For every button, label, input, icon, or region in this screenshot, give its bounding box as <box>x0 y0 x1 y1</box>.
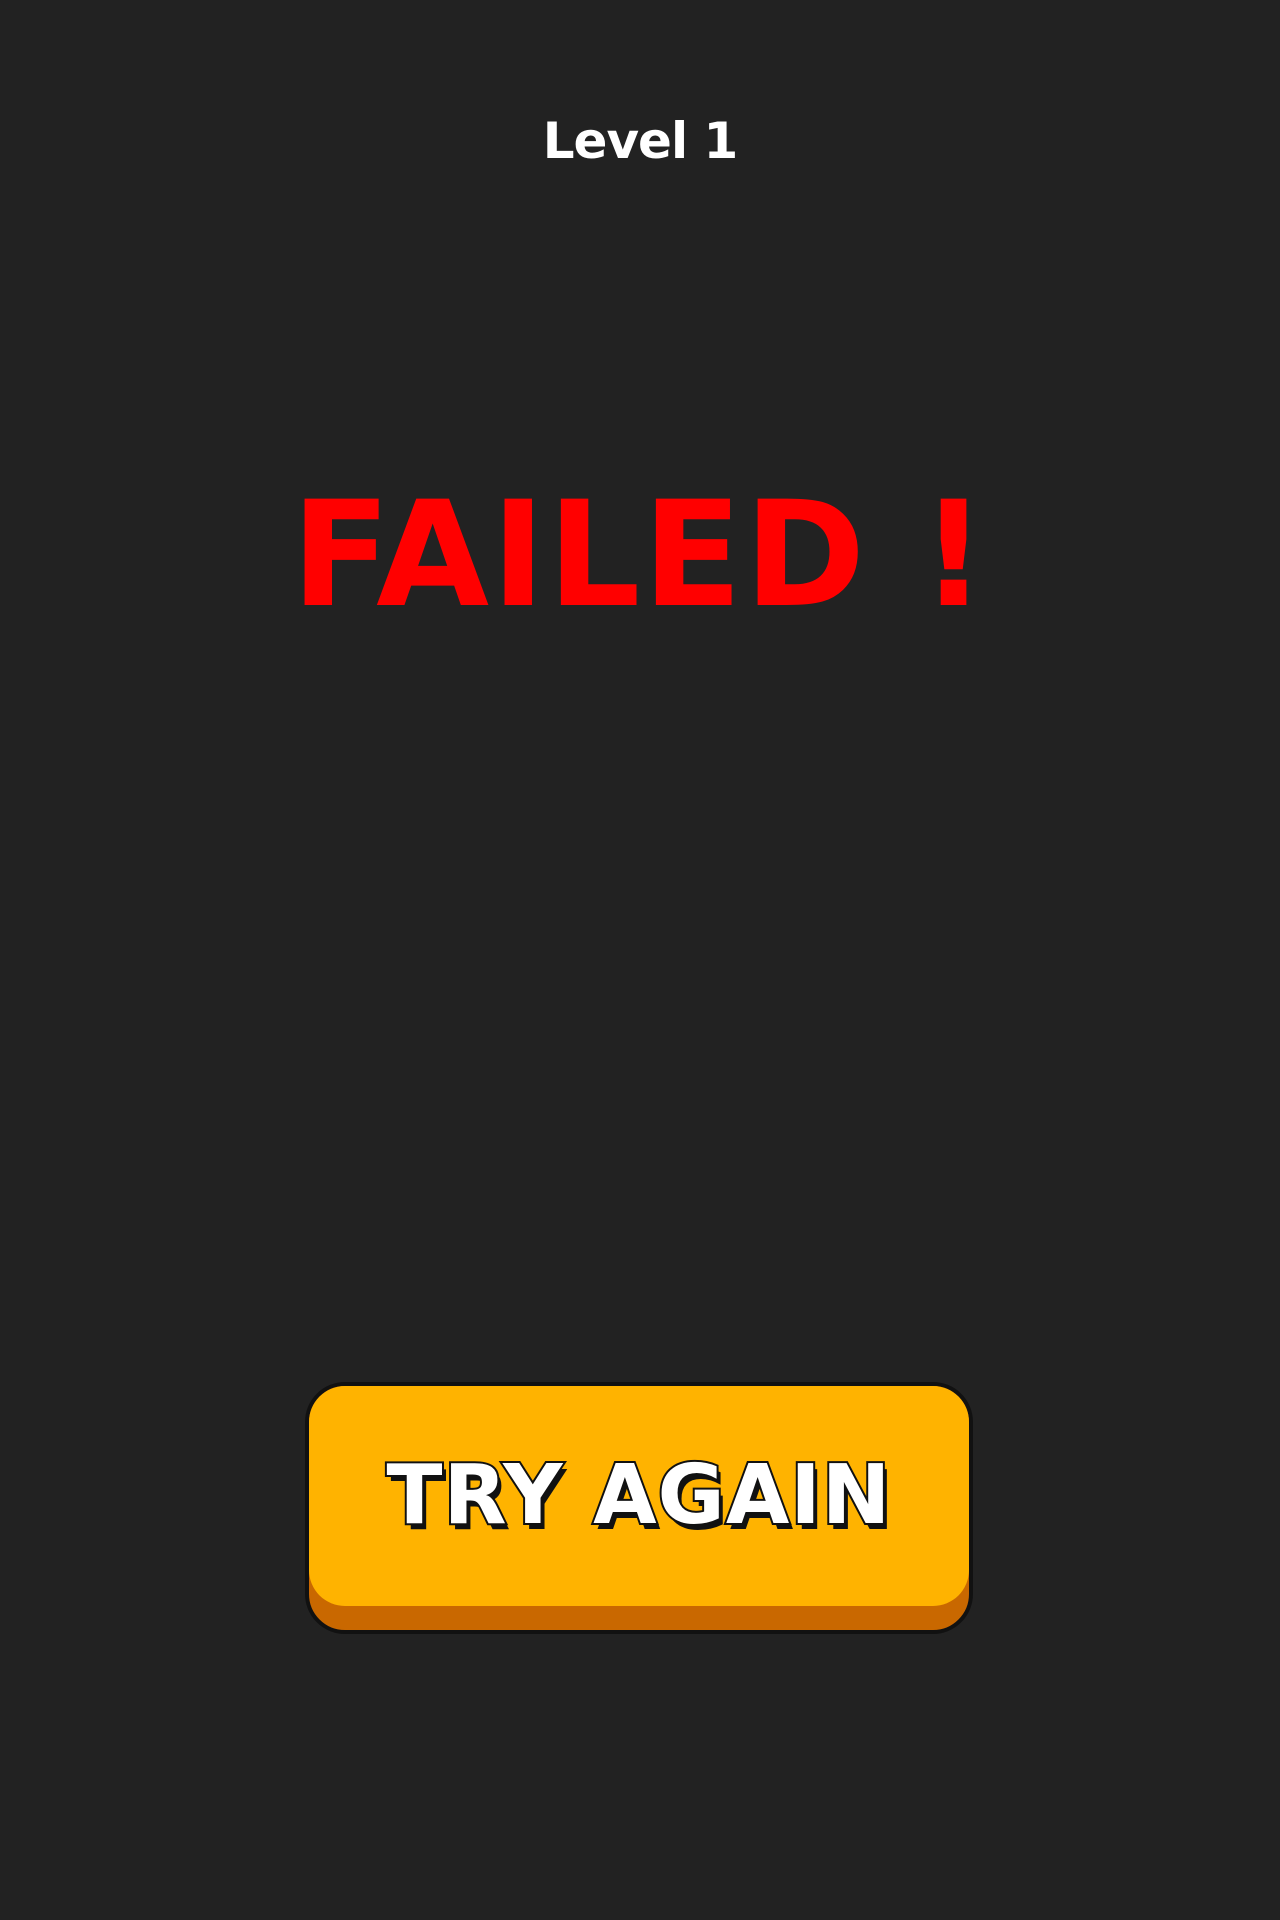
try-again-button-label[interactable]: TRY AGAIN <box>309 1386 969 1606</box>
failed-title: FAILED ! <box>291 470 989 640</box>
game-over-screen: Level 1 FAILED ! TRY AGAIN <box>0 0 1280 1920</box>
level-label: Level 1 <box>542 112 739 170</box>
try-again-button[interactable]: TRY AGAIN <box>305 1382 973 1634</box>
